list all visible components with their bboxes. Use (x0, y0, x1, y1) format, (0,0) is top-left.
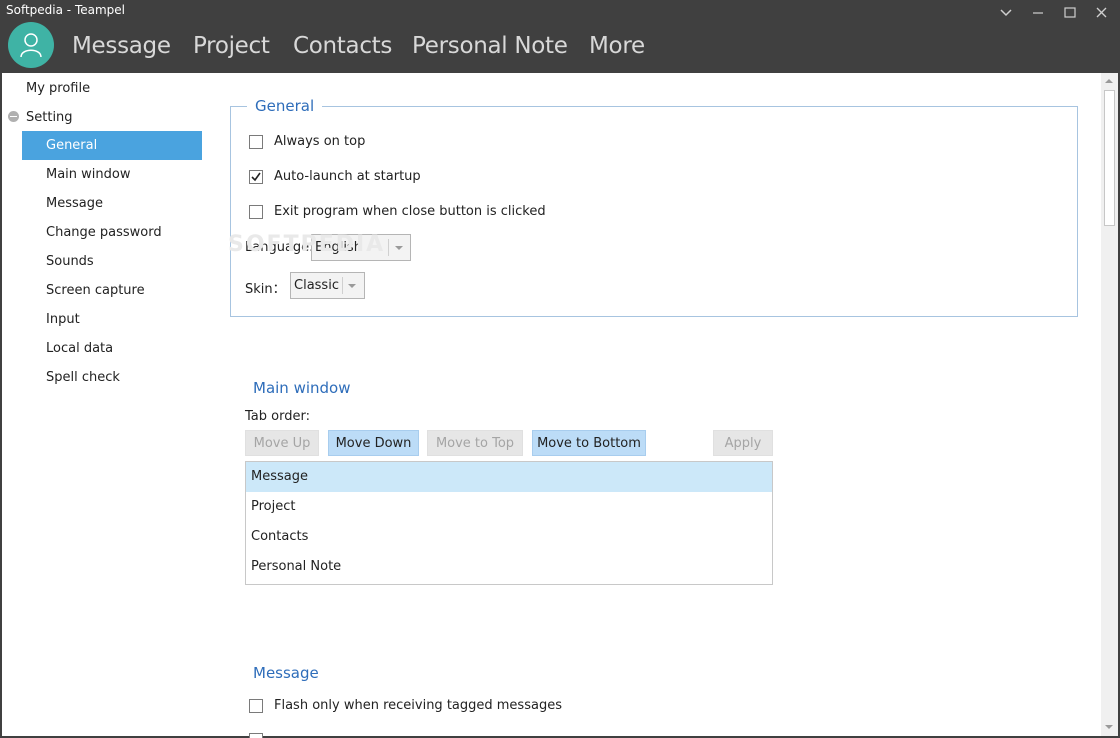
sidebar-item-message[interactable]: Message (46, 189, 103, 218)
move-to-top-button[interactable]: Move to Top (427, 430, 523, 456)
next-option-checkbox[interactable] (249, 733, 263, 738)
chevron-down-icon[interactable] (995, 4, 1017, 22)
settings-sidebar: My profile Setting General Main window M… (2, 73, 205, 736)
minimize-icon[interactable] (1027, 4, 1049, 22)
sidebar-item-local-data[interactable]: Local data (46, 334, 113, 363)
language-dropdown[interactable]: English (311, 234, 411, 261)
general-section-title: General (247, 97, 323, 115)
list-item[interactable]: Message (246, 462, 772, 492)
skin-dropdown[interactable]: Classic (290, 272, 365, 299)
auto-launch-checkbox[interactable] (249, 170, 263, 184)
user-icon (20, 33, 42, 58)
avatar[interactable] (8, 22, 54, 68)
list-item[interactable]: Personal Note (246, 552, 772, 582)
sidebar-item-input[interactable]: Input (46, 305, 80, 334)
skin-value: Classic (294, 278, 339, 293)
sidebar-item-change-password[interactable]: Change password (46, 218, 162, 247)
title-bar: Softpedia - Teampel Message Project Cont… (0, 0, 1120, 73)
move-up-button[interactable]: Move Up (245, 430, 319, 456)
nav-tab-more[interactable]: More (589, 33, 645, 59)
skin-label: Skin： (245, 282, 286, 297)
list-item[interactable]: Project (246, 492, 772, 522)
apply-button[interactable]: Apply (713, 430, 773, 456)
sidebar-item-screen-capture[interactable]: Screen capture (46, 276, 145, 305)
sidebar-item-general[interactable]: General (22, 131, 202, 160)
exit-program-checkbox[interactable] (249, 205, 263, 219)
scroll-up-icon[interactable] (1105, 79, 1113, 83)
message-section-title: Message (253, 664, 319, 682)
nav-tab-project[interactable]: Project (193, 33, 270, 59)
tab-order-label: Tab order: (245, 409, 310, 424)
nav-tab-contacts[interactable]: Contacts (293, 33, 392, 59)
move-to-bottom-button[interactable]: Move to Bottom (532, 430, 646, 456)
flash-only-label: Flash only when receiving tagged message… (274, 698, 562, 713)
sidebar-item-spell-check[interactable]: Spell check (46, 363, 120, 392)
scroll-down-icon[interactable] (1105, 725, 1113, 729)
sidebar-item-my-profile[interactable]: My profile (26, 74, 90, 103)
collapse-icon[interactable] (8, 111, 19, 122)
move-down-button[interactable]: Move Down (328, 430, 419, 456)
scroll-thumb[interactable] (1104, 90, 1115, 226)
nav-tab-message[interactable]: Message (72, 33, 171, 59)
checkmark-icon (251, 172, 261, 182)
chevron-down-icon (348, 284, 356, 288)
maximize-icon[interactable] (1059, 4, 1081, 22)
sidebar-item-main-window[interactable]: Main window (46, 160, 131, 189)
sidebar-item-setting[interactable]: Setting (26, 103, 73, 132)
close-icon[interactable] (1091, 4, 1113, 22)
always-on-top-checkbox[interactable] (249, 135, 263, 149)
auto-launch-label: Auto-launch at startup (274, 169, 421, 184)
sidebar-item-sounds[interactable]: Sounds (46, 247, 94, 276)
window-title: Softpedia - Teampel (6, 3, 125, 17)
vertical-scrollbar[interactable] (1101, 73, 1118, 736)
chevron-down-icon (395, 246, 403, 250)
nav-tab-personal-note[interactable]: Personal Note (412, 33, 568, 59)
always-on-top-label: Always on top (274, 134, 366, 149)
tab-order-list[interactable]: Message Project Contacts Personal Note (245, 461, 773, 585)
language-value: English (315, 240, 362, 255)
main-window-section-title: Main window (253, 379, 351, 397)
exit-program-label: Exit program when close button is clicke… (274, 204, 546, 219)
list-item[interactable]: Contacts (246, 522, 772, 552)
settings-content: General Always on top Auto-launch at sta… (205, 73, 1101, 738)
language-label: Language: (245, 240, 314, 255)
flash-only-checkbox[interactable] (249, 699, 263, 713)
